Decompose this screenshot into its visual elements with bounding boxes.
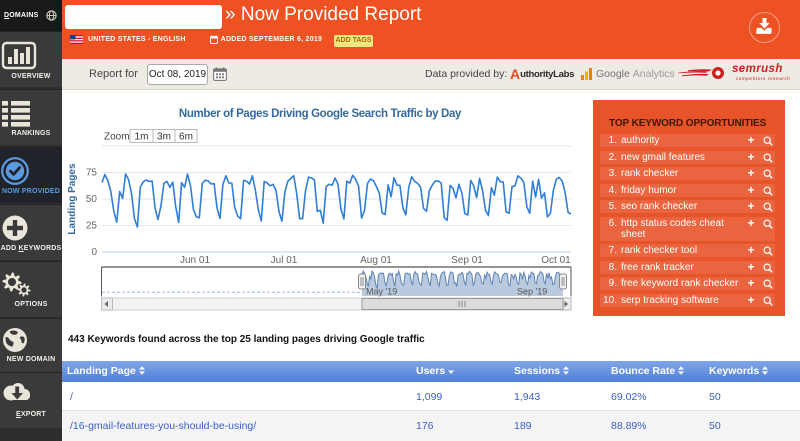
svg-text:1m: 1m — [135, 132, 149, 143]
svg-text:Zoom: Zoom — [104, 132, 130, 143]
svg-text:Jul 01: Jul 01 — [271, 255, 298, 266]
svg-text:Jun 01: Jun 01 — [180, 255, 210, 266]
svg-text:Oct 01: Oct 01 — [541, 255, 571, 266]
svg-text:25: 25 — [86, 221, 98, 232]
svg-text:Sep '19: Sep '19 — [517, 287, 547, 297]
svg-text:50: 50 — [86, 194, 98, 205]
svg-text:75: 75 — [86, 168, 98, 179]
svg-text:0: 0 — [91, 247, 97, 258]
svg-text:Landing Pages: Landing Pages — [67, 163, 78, 235]
svg-text:3m: 3m — [157, 132, 171, 143]
svg-text:Number of Pages Driving Google: Number of Pages Driving Google Search Tr… — [179, 108, 462, 120]
svg-text:6m: 6m — [179, 132, 193, 143]
svg-text:Aug 01: Aug 01 — [360, 255, 392, 266]
svg-text:Sep 01: Sep 01 — [451, 255, 483, 266]
svg-text:May '19: May '19 — [366, 287, 397, 297]
